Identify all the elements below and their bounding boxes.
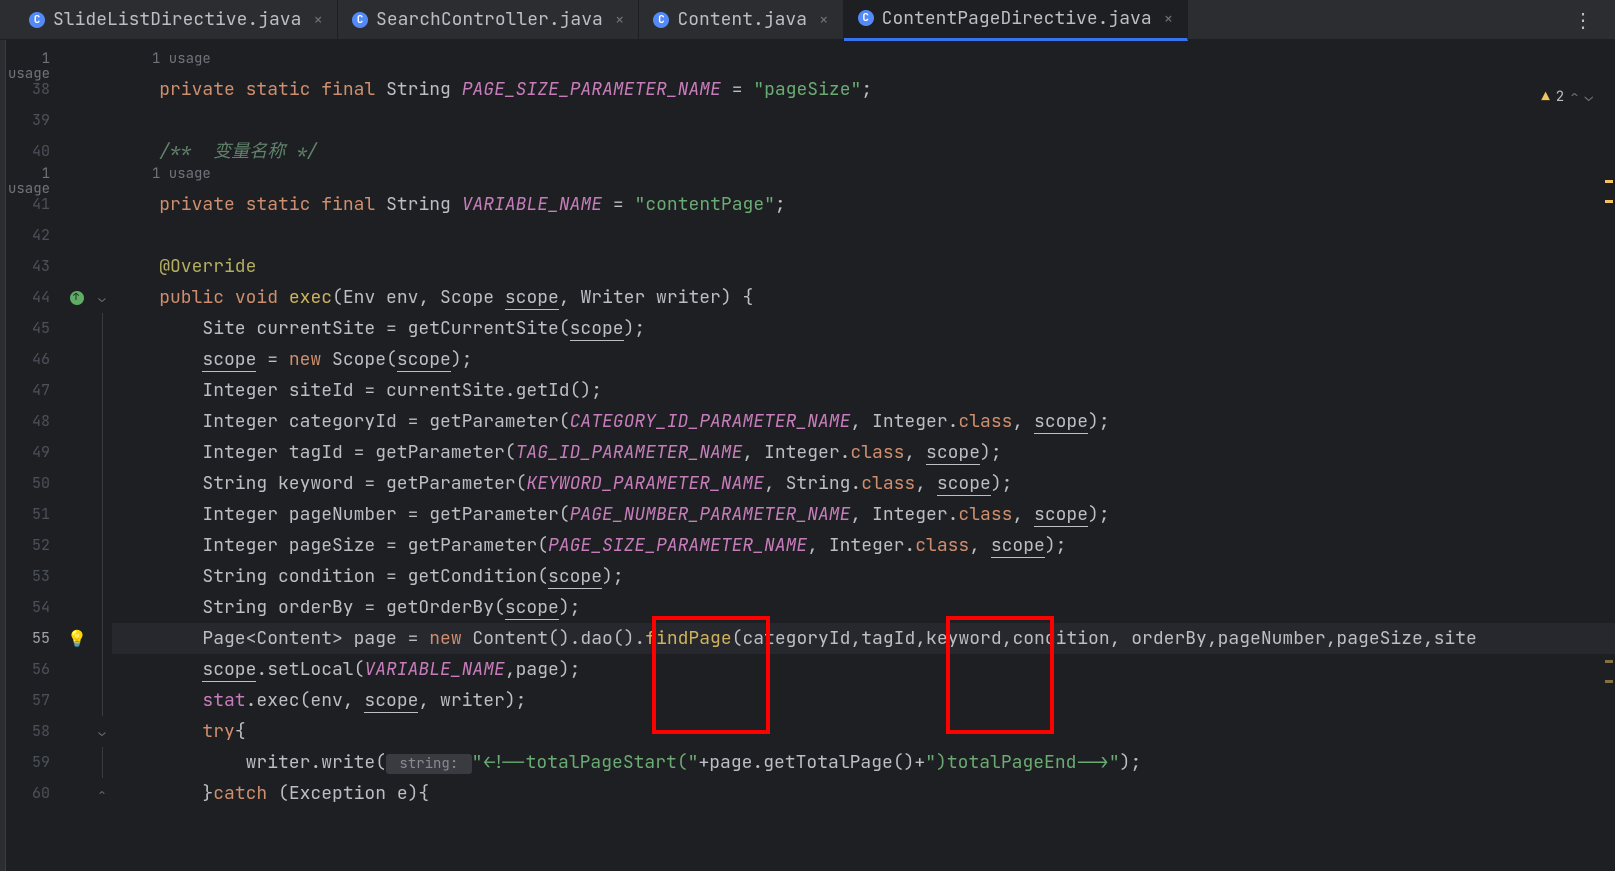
code-line[interactable]: String keyword = getParameter(KEYWORD_PA…	[112, 468, 1615, 499]
fold-expand-icon[interactable]: ⌃	[92, 778, 112, 809]
code-line[interactable]: scope = new Scope(scope);	[112, 344, 1615, 375]
code-line[interactable]: Integer pageSize = getParameter(PAGE_SIZ…	[112, 530, 1615, 561]
line-number: 48	[6, 406, 62, 437]
line-number: 58	[6, 716, 62, 747]
line-number: 56	[6, 654, 62, 685]
warning-count: 2	[1556, 88, 1564, 106]
close-icon[interactable]: ×	[819, 9, 829, 30]
usage-hint: 1 usage	[112, 52, 1615, 74]
intention-bulb-icon[interactable]: 💡	[67, 628, 87, 649]
more-actions-icon[interactable]: ⋮	[1573, 7, 1595, 33]
warning-icon: ▲	[1541, 88, 1549, 106]
line-number: 47	[6, 375, 62, 406]
fold-gutter: ⌄ ⌄ ⌃	[92, 40, 112, 871]
code-line[interactable]: public void exec(Env env, Scope scope, W…	[112, 282, 1615, 313]
chevron-up-icon[interactable]: ⌃	[1570, 88, 1578, 106]
code-editor[interactable]: 1 usage private static final String PAGE…	[112, 40, 1615, 871]
tab-label: SlideListDirective.java	[53, 8, 301, 31]
inspection-summary[interactable]: ▲ 2 ⌃ ⌄	[1541, 88, 1593, 106]
editor: 1 usage 38 39 40 1 usage 41 42 43 44 45 …	[0, 40, 1615, 871]
editor-tabs: C SlideListDirective.java × C SearchCont…	[0, 0, 1615, 40]
weak-warning-mark[interactable]	[1605, 660, 1613, 663]
code-line[interactable]	[112, 220, 1615, 251]
line-number: 57	[6, 685, 62, 716]
tab-content[interactable]: C Content.java ×	[639, 0, 843, 39]
usage-hint: 1 usage	[6, 167, 62, 189]
weak-warning-mark[interactable]	[1605, 680, 1613, 683]
code-line[interactable]: Site currentSite = getCurrentSite(scope)…	[112, 313, 1615, 344]
code-line[interactable]	[112, 105, 1615, 136]
override-icon[interactable]	[70, 291, 84, 305]
line-number: 53	[6, 561, 62, 592]
line-number: 50	[6, 468, 62, 499]
line-number: 60	[6, 778, 62, 809]
line-number: 39	[6, 105, 62, 136]
code-line[interactable]: Integer pageNumber = getParameter(PAGE_N…	[112, 499, 1615, 530]
usage-hint: 1 usage	[112, 167, 1615, 189]
line-numbers: 1 usage 38 39 40 1 usage 41 42 43 44 45 …	[6, 40, 62, 871]
code-line[interactable]: Integer siteId = currentSite.getId();	[112, 375, 1615, 406]
gutter-icons: 💡	[62, 40, 92, 871]
code-line[interactable]: Integer categoryId = getParameter(CATEGO…	[112, 406, 1615, 437]
line-number: 46	[6, 344, 62, 375]
line-number: 40	[6, 136, 62, 167]
line-number: 54	[6, 592, 62, 623]
tab-contentpagedirective[interactable]: C ContentPageDirective.java ×	[844, 0, 1189, 41]
code-line[interactable]: String orderBy = getOrderBy(scope);	[112, 592, 1615, 623]
error-stripe[interactable]	[1603, 40, 1615, 871]
code-line[interactable]: /** 变量名称 */	[112, 136, 1615, 167]
tab-label: ContentPageDirective.java	[882, 7, 1152, 30]
line-number: 52	[6, 530, 62, 561]
code-line[interactable]: }catch (Exception e){	[112, 778, 1615, 809]
line-number: 42	[6, 220, 62, 251]
tab-label: SearchController.java	[376, 8, 603, 31]
close-icon[interactable]: ×	[615, 9, 625, 30]
tab-searchcontroller[interactable]: C SearchController.java ×	[338, 0, 639, 39]
code-line[interactable]: stat.exec(env, scope, writer);	[112, 685, 1615, 716]
line-number: 43	[6, 251, 62, 282]
warning-mark[interactable]	[1605, 180, 1613, 183]
line-number: 51	[6, 499, 62, 530]
line-number: 49	[6, 437, 62, 468]
code-line[interactable]: private static final String VARIABLE_NAM…	[112, 189, 1615, 220]
warning-mark[interactable]	[1605, 200, 1613, 203]
line-number: 59	[6, 747, 62, 778]
java-class-icon: C	[653, 12, 669, 28]
close-icon[interactable]: ×	[313, 9, 323, 30]
tab-slidelistdirective[interactable]: C SlideListDirective.java ×	[15, 0, 338, 39]
usage-hint: 1 usage	[6, 52, 62, 74]
code-line[interactable]: String condition = getCondition(scope);	[112, 561, 1615, 592]
code-line[interactable]: try{	[112, 716, 1615, 747]
fold-collapse-icon[interactable]: ⌄	[92, 282, 112, 313]
code-line[interactable]: Page<Content> page = new Content().dao()…	[112, 623, 1615, 654]
close-icon[interactable]: ×	[1164, 8, 1174, 29]
line-number: 45	[6, 313, 62, 344]
line-number: 44	[6, 282, 62, 313]
code-line[interactable]: writer.write( string: "<!--totalPageStar…	[112, 747, 1615, 778]
fold-collapse-icon[interactable]: ⌄	[92, 716, 112, 747]
code-line[interactable]: private static final String PAGE_SIZE_PA…	[112, 74, 1615, 105]
java-class-icon: C	[858, 10, 874, 26]
line-number: 55	[6, 623, 62, 654]
chevron-down-icon[interactable]: ⌄	[1585, 88, 1593, 106]
code-line[interactable]: Integer tagId = getParameter(TAG_ID_PARA…	[112, 437, 1615, 468]
code-line[interactable]: @Override	[112, 251, 1615, 282]
code-line[interactable]: scope.setLocal(VARIABLE_NAME,page);	[112, 654, 1615, 685]
java-class-icon: C	[352, 12, 368, 28]
tab-label: Content.java	[677, 8, 807, 31]
java-class-icon: C	[29, 12, 45, 28]
